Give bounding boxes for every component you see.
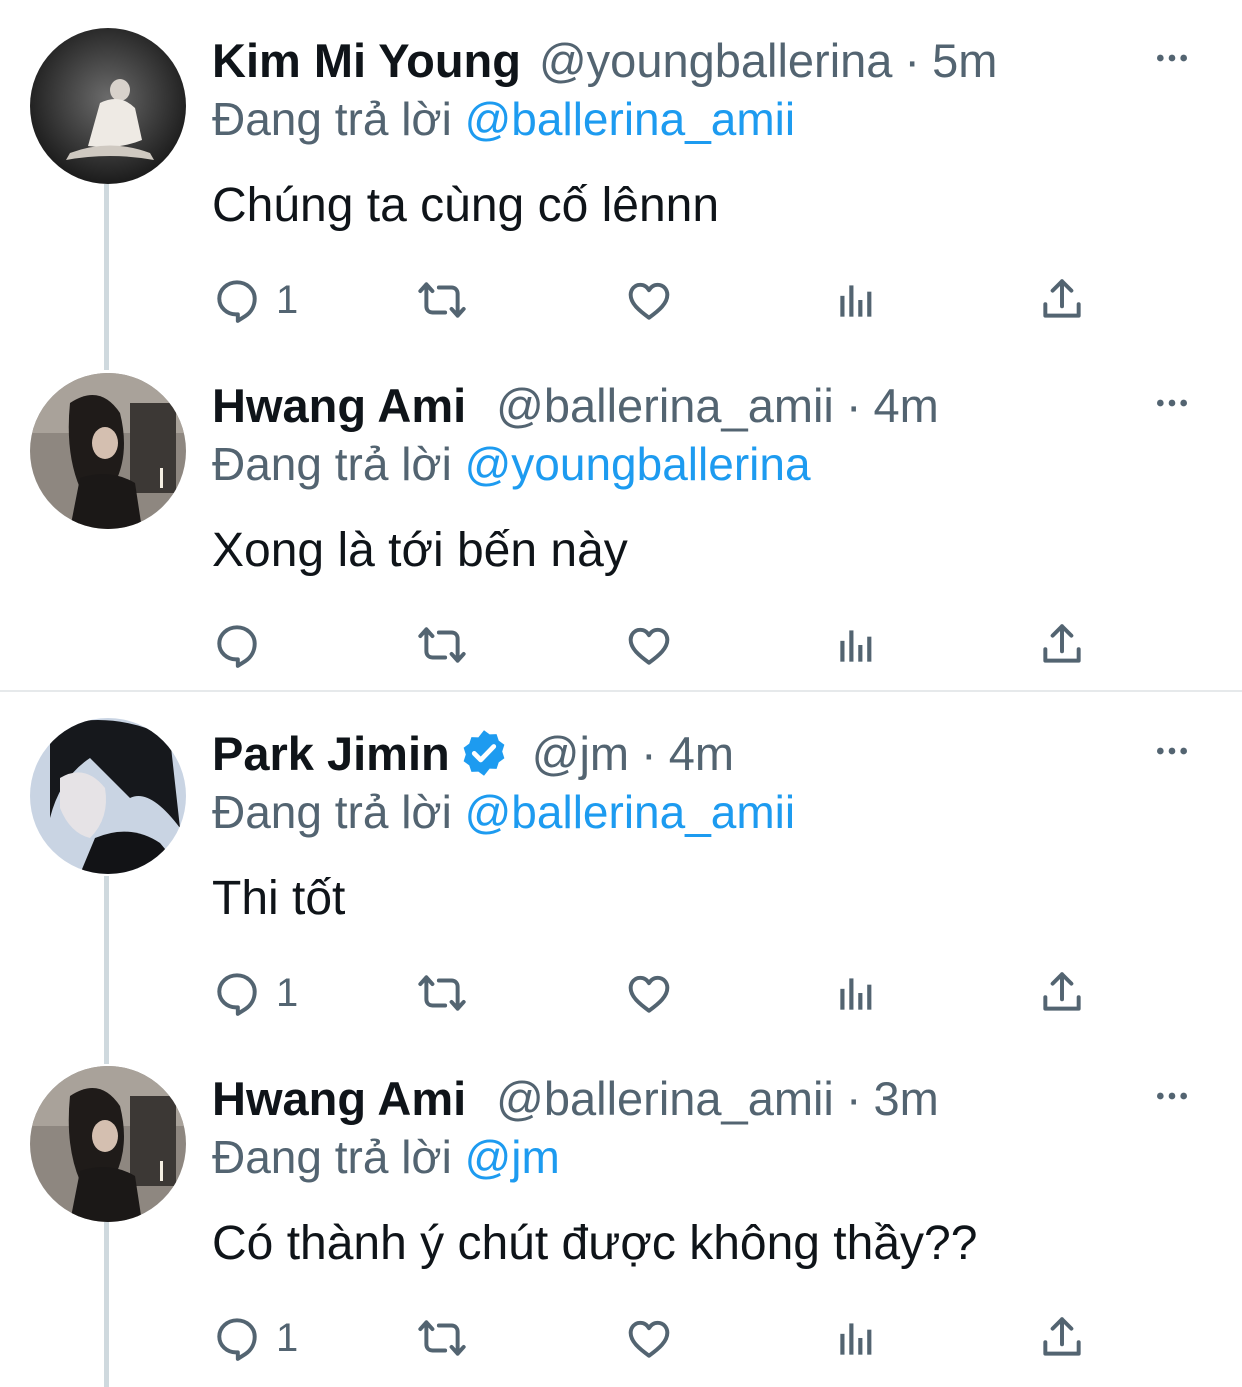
timestamp[interactable]: 4m bbox=[874, 378, 939, 433]
views-icon bbox=[832, 968, 882, 1018]
replying-label: Đang trả lời bbox=[212, 438, 452, 490]
views-icon bbox=[832, 1313, 882, 1363]
like-button[interactable] bbox=[624, 274, 674, 326]
replying-to: Đang trả lời @jm bbox=[212, 1130, 560, 1184]
share-icon bbox=[1037, 1313, 1087, 1363]
tweet[interactable]: Kim Mi Young @youngballerina · 5m Đang t… bbox=[0, 28, 1242, 350]
more-icon[interactable] bbox=[1152, 1076, 1192, 1116]
reply-count: 1 bbox=[276, 277, 299, 322]
user-handle[interactable]: @ballerina_amii bbox=[496, 1071, 834, 1126]
replying-to: Đang trả lời @ballerina_amii bbox=[212, 92, 795, 146]
display-name[interactable]: Hwang Ami bbox=[212, 378, 466, 433]
mention-link[interactable]: @youngballerina bbox=[465, 438, 811, 490]
thread-divider bbox=[0, 690, 1242, 692]
reply-button[interactable]: 1 bbox=[212, 967, 298, 1019]
share-button[interactable] bbox=[1037, 967, 1087, 1019]
timestamp[interactable]: 4m bbox=[669, 726, 734, 781]
separator-dot: · bbox=[641, 726, 657, 780]
views-icon bbox=[832, 620, 882, 670]
tweet[interactable]: Hwang Ami @ballerina_amii · 3m Đang trả … bbox=[0, 1066, 1242, 1387]
reply-count: 1 bbox=[276, 970, 299, 1015]
more-icon[interactable] bbox=[1152, 38, 1192, 78]
reply-button[interactable] bbox=[212, 619, 276, 671]
retweet-button[interactable] bbox=[417, 274, 467, 326]
verified-badge-icon bbox=[458, 727, 510, 779]
timestamp[interactable]: 5m bbox=[932, 33, 997, 88]
separator-dot: · bbox=[845, 378, 862, 432]
share-button[interactable] bbox=[1037, 1312, 1087, 1364]
retweet-button[interactable] bbox=[417, 619, 467, 671]
action-bar: 1 bbox=[212, 274, 1112, 334]
replying-to: Đang trả lời @youngballerina bbox=[212, 437, 811, 491]
avatar[interactable] bbox=[30, 28, 186, 184]
reply-icon bbox=[212, 620, 262, 670]
tweet-text: Có thành ý chút được không thầy?? bbox=[212, 1217, 978, 1270]
replying-label: Đang trả lời bbox=[212, 1131, 452, 1183]
avatar[interactable] bbox=[30, 718, 186, 874]
avatar[interactable] bbox=[30, 373, 186, 529]
user-handle[interactable]: @jm bbox=[532, 726, 629, 781]
more-icon[interactable] bbox=[1152, 383, 1192, 423]
replying-to: Đang trả lời @ballerina_amii bbox=[212, 785, 795, 839]
like-button[interactable] bbox=[624, 1312, 674, 1364]
more-icon[interactable] bbox=[1152, 731, 1192, 771]
heart-icon bbox=[624, 620, 674, 670]
views-button[interactable] bbox=[832, 619, 882, 671]
share-button[interactable] bbox=[1037, 274, 1087, 326]
heart-icon bbox=[624, 1313, 674, 1363]
retweet-button[interactable] bbox=[417, 1312, 467, 1364]
reply-button[interactable]: 1 bbox=[212, 274, 298, 326]
heart-icon bbox=[624, 968, 674, 1018]
action-bar bbox=[212, 619, 1112, 679]
mention-link[interactable]: @jm bbox=[465, 1131, 560, 1183]
user-handle[interactable]: @youngballerina bbox=[539, 33, 892, 88]
display-name[interactable]: Park Jimin bbox=[212, 726, 450, 781]
timestamp[interactable]: 3m bbox=[874, 1071, 939, 1126]
user-handle[interactable]: @ballerina_amii bbox=[496, 378, 834, 433]
like-button[interactable] bbox=[624, 619, 674, 671]
replying-label: Đang trả lời bbox=[212, 786, 452, 838]
replying-label: Đang trả lời bbox=[212, 93, 452, 145]
heart-icon bbox=[624, 275, 674, 325]
tweet[interactable]: Park Jimin @jm · 4m Đang trả lời @baller… bbox=[0, 718, 1242, 1043]
views-button[interactable] bbox=[832, 1312, 882, 1364]
share-icon bbox=[1037, 968, 1087, 1018]
avatar[interactable] bbox=[30, 1066, 186, 1222]
reply-count: 1 bbox=[276, 1315, 299, 1360]
tweet-text: Xong là tới bến này bbox=[212, 524, 628, 577]
reply-button[interactable]: 1 bbox=[212, 1312, 298, 1364]
separator-dot: · bbox=[845, 1071, 862, 1125]
mention-link[interactable]: @ballerina_amii bbox=[465, 93, 796, 145]
mention-link[interactable]: @ballerina_amii bbox=[465, 786, 796, 838]
tweet-text: Chúng ta cùng cố lênnn bbox=[212, 179, 720, 232]
tweet-text: Thi tốt bbox=[212, 872, 346, 925]
reply-icon bbox=[212, 275, 262, 325]
retweet-icon bbox=[417, 968, 467, 1018]
views-button[interactable] bbox=[832, 967, 882, 1019]
action-bar: 1 bbox=[212, 967, 1112, 1027]
share-icon bbox=[1037, 620, 1087, 670]
retweet-icon bbox=[417, 275, 467, 325]
views-button[interactable] bbox=[832, 274, 882, 326]
action-bar: 1 bbox=[212, 1312, 1112, 1372]
display-name[interactable]: Hwang Ami bbox=[212, 1071, 466, 1126]
tweet[interactable]: Hwang Ami @ballerina_amii · 4m Đang trả … bbox=[0, 373, 1242, 675]
share-button[interactable] bbox=[1037, 619, 1087, 671]
reply-icon bbox=[212, 1313, 262, 1363]
separator-dot: · bbox=[904, 33, 921, 87]
retweet-icon bbox=[417, 620, 467, 670]
display-name[interactable]: Kim Mi Young bbox=[212, 33, 521, 88]
retweet-button[interactable] bbox=[417, 967, 467, 1019]
reply-icon bbox=[212, 968, 262, 1018]
like-button[interactable] bbox=[624, 967, 674, 1019]
share-icon bbox=[1037, 275, 1087, 325]
retweet-icon bbox=[417, 1313, 467, 1363]
views-icon bbox=[832, 275, 882, 325]
